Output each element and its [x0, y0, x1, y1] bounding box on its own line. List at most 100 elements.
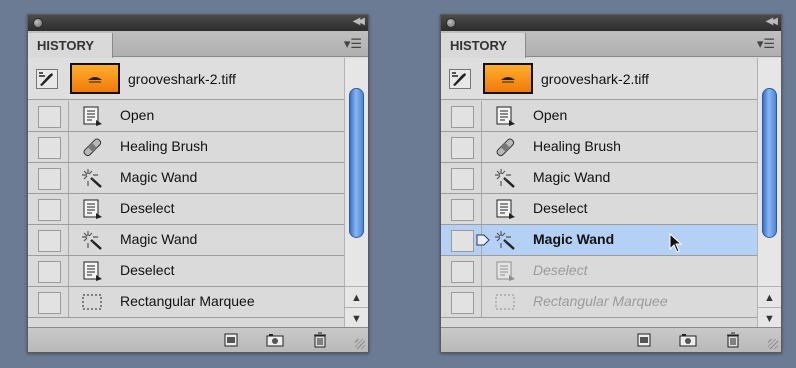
scroll-down-arrow-icon[interactable]: ▼ [345, 307, 368, 329]
brush-source-checkbox[interactable] [451, 137, 474, 159]
shark-icon [88, 77, 102, 83]
history-state-label: Magic Wand [120, 169, 198, 185]
panel-bottom-bar [441, 327, 781, 352]
history-state-label: Rectangular Marquee [533, 293, 668, 309]
deselect-document-icon [496, 199, 515, 219]
history-state-label: Healing Brush [120, 138, 208, 154]
history-list: Open Healing Brush Magic Wand Deselect M… [28, 101, 345, 329]
history-state-row[interactable]: Open [441, 101, 758, 132]
magic-wand-icon [495, 169, 515, 188]
history-state-label: Open [120, 107, 155, 123]
new-document-icon[interactable] [222, 332, 240, 348]
history-state-row[interactable]: Magic Wand [441, 163, 758, 194]
tab-row: HISTORY ▾☰ [441, 31, 781, 58]
scroll-up-arrow-icon[interactable]: ▲ [758, 286, 781, 308]
snapshot-row[interactable]: grooveshark-2.tiff [441, 58, 758, 100]
history-brush-source-icon[interactable] [449, 69, 471, 89]
resize-grip[interactable] [355, 339, 365, 349]
history-state-row-dimmed[interactable]: Rectangular Marquee [441, 287, 758, 318]
trash-icon[interactable] [311, 332, 329, 348]
history-state-row-selected[interactable]: Magic Wand [441, 225, 758, 256]
history-state-row-dimmed[interactable]: Deselect [441, 256, 758, 287]
vertical-scrollbar[interactable]: ▲ ▼ [344, 58, 368, 329]
deselect-document-icon [83, 261, 102, 281]
history-panel-left: ◀◀ HISTORY ▾☰ grooveshark-2.tiff Open He… [27, 14, 369, 353]
bandage-icon [496, 138, 515, 157]
brush-source-checkbox[interactable] [38, 137, 61, 159]
brush-source-checkbox[interactable] [451, 106, 474, 128]
brush-source-checkbox[interactable] [451, 168, 474, 190]
deselect-document-icon [83, 199, 102, 219]
brush-source-checkbox[interactable] [38, 292, 61, 314]
marquee-icon [495, 294, 515, 310]
brush-source-checkbox[interactable] [38, 106, 61, 128]
scroll-thumb[interactable] [349, 88, 364, 238]
tab-history[interactable]: HISTORY [441, 33, 526, 58]
snapshot-row[interactable]: grooveshark-2.tiff [28, 58, 345, 100]
panel-menu-icon[interactable]: ▾☰ [344, 36, 362, 52]
magic-wand-icon [82, 231, 102, 250]
brush-source-checkbox[interactable] [451, 230, 474, 252]
new-document-icon[interactable] [635, 332, 653, 348]
brush-source-checkbox[interactable] [38, 168, 61, 190]
bandage-icon [83, 138, 102, 157]
history-state-row[interactable]: Open [28, 101, 345, 132]
brush-source-checkbox[interactable] [38, 261, 61, 283]
history-brush-source-icon[interactable] [36, 69, 58, 89]
history-state-label: Magic Wand [533, 169, 611, 185]
history-state-label: Deselect [533, 262, 588, 278]
camera-icon[interactable] [679, 332, 697, 348]
divider [481, 163, 482, 193]
history-state-row[interactable]: Deselect [28, 256, 345, 287]
brush-source-checkbox[interactable] [38, 199, 61, 221]
divider [68, 132, 69, 162]
history-state-slider-icon[interactable] [476, 234, 490, 246]
magic-wand-icon [82, 169, 102, 188]
history-state-row[interactable]: Magic Wand [28, 163, 345, 194]
panel-menu-icon[interactable]: ▾☰ [757, 36, 775, 52]
history-state-row[interactable]: Magic Wand [28, 225, 345, 256]
divider [481, 132, 482, 162]
history-state-label: Magic Wand [120, 231, 198, 247]
shark-icon [501, 77, 515, 83]
divider [481, 256, 482, 286]
trash-icon[interactable] [724, 332, 742, 348]
brush-source-checkbox[interactable] [451, 261, 474, 283]
divider [68, 101, 69, 131]
vertical-scrollbar[interactable]: ▲ ▼ [757, 58, 781, 329]
divider [68, 287, 69, 317]
tab-history[interactable]: HISTORY [28, 33, 113, 58]
brush-source-checkbox[interactable] [38, 230, 61, 252]
divider [68, 163, 69, 193]
history-state-label: Open [533, 107, 568, 123]
divider [481, 287, 482, 317]
close-button[interactable] [446, 18, 456, 28]
divider [68, 225, 69, 255]
open-document-icon [83, 106, 102, 126]
deselect-document-icon [496, 261, 515, 281]
history-state-row[interactable]: Healing Brush [441, 132, 758, 163]
divider [481, 101, 482, 131]
scroll-down-arrow-icon[interactable]: ▼ [758, 307, 781, 329]
scroll-thumb[interactable] [762, 88, 777, 238]
history-state-label: Magic Wand [533, 231, 615, 247]
brush-source-checkbox[interactable] [451, 199, 474, 221]
resize-grip[interactable] [768, 339, 778, 349]
history-state-label: Deselect [120, 262, 175, 278]
history-state-row[interactable]: Deselect [28, 194, 345, 225]
scroll-up-arrow-icon[interactable]: ▲ [345, 286, 368, 308]
tab-row: HISTORY ▾☰ [28, 31, 368, 58]
history-state-row[interactable]: Deselect [441, 194, 758, 225]
history-state-row[interactable]: Rectangular Marquee [28, 287, 345, 318]
open-document-icon [496, 106, 515, 126]
collapse-arrows-icon[interactable]: ◀◀ [353, 16, 366, 27]
divider [68, 194, 69, 224]
history-state-row[interactable]: Healing Brush [28, 132, 345, 163]
history-list: Open Healing Brush Magic Wand Deselect M… [441, 101, 758, 329]
collapse-arrows-icon[interactable]: ◀◀ [766, 16, 779, 27]
snapshot-thumbnail [483, 63, 533, 94]
camera-icon[interactable] [266, 332, 284, 348]
history-state-label: Deselect [533, 200, 588, 216]
close-button[interactable] [33, 18, 43, 28]
brush-source-checkbox[interactable] [451, 292, 474, 314]
